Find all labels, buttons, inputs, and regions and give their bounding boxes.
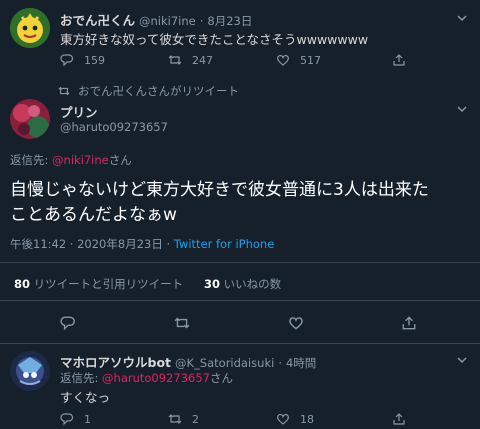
retweet-count: 247 [192,53,213,67]
tweet-text: 東方好きな奴って彼女できたことなさそうwwwwwww [60,32,369,47]
reply-to-label: 返信先: [60,371,103,385]
like-icon [277,54,289,66]
separator: · [278,356,282,370]
reply-count: 1 [84,412,91,426]
reply-icon[interactable] [60,315,76,331]
divider [0,262,480,263]
chevron-down-icon[interactable] [455,102,469,116]
like-count: 18 [300,412,314,426]
avatar[interactable] [10,8,50,48]
avatar[interactable] [10,351,50,391]
like-count: 517 [300,53,321,67]
handle[interactable]: @K_Satoridaisuki [175,356,274,370]
share-icon[interactable] [401,315,417,331]
reply-icon [60,413,74,426]
share-button[interactable] [392,53,406,67]
chevron-down-icon[interactable] [455,353,469,367]
share-button[interactable] [392,412,406,426]
tweet-timestamp[interactable]: 午後11:42 · 2020年8月23日 · [10,237,174,251]
like-stats[interactable]: 30 いいねの数 [204,276,281,292]
share-icon [393,54,405,66]
reply-to-suffix: さん [108,153,132,167]
chevron-down-icon[interactable] [455,11,469,25]
like-button[interactable]: 18 [276,412,314,426]
display-name[interactable]: マホロアソウルbot [60,352,171,371]
like-icon [277,413,289,425]
separator: · [199,14,204,28]
reply-to-suffix: さん [209,371,233,385]
divider [0,300,480,301]
display-name[interactable]: おでん卍くん [60,10,135,29]
like-stat-label: いいねの数 [223,277,282,291]
main-tweet-text: 自慢じゃないけど東方大好きで彼女普通に3人は出来た ことあるんだよなぁw [10,178,429,228]
reply-button[interactable]: 159 [60,53,105,67]
reply-to-label: 返信先: [10,153,53,167]
retweet-stat-label: リツイートと引用リツイート [33,277,184,291]
retweet-icon[interactable] [174,315,190,331]
retweet-icon [58,86,70,96]
retweet-stats[interactable]: 80 リツイートと引用リツイート [14,276,183,292]
reply-to-mention[interactable]: @niki7ine [52,153,109,167]
handle[interactable]: @haruto09273657 [60,120,168,134]
retweet-button[interactable]: 2 [168,412,199,426]
reply-button[interactable]: 1 [60,412,91,426]
tweet-source[interactable]: Twitter for iPhone [174,237,275,251]
handle[interactable]: @niki7ine [139,14,196,28]
reply-count: 159 [84,53,105,67]
avatar[interactable] [10,99,50,139]
retweet-count: 2 [192,412,199,426]
tweet-date[interactable]: 8月23日 [207,13,252,29]
display-name[interactable]: プリン [60,102,98,121]
divider [0,343,480,344]
retweet-context[interactable]: おでん卍くんさんがリツイート [78,83,239,99]
share-icon [393,413,405,425]
main-tweet-text-line1: 自慢じゃないけど東方大好きで彼女普通に3人は出来た [10,180,429,200]
like-button[interactable]: 517 [276,53,321,67]
retweet-button[interactable]: 247 [168,53,213,67]
tweet-text: すくなっ [60,390,111,405]
retweet-icon [168,414,182,424]
main-tweet-text-line2: ことあるんだよなぁw [10,205,177,225]
like-icon[interactable] [288,315,304,331]
reply-icon [60,54,74,67]
reply-to-mention[interactable]: @haruto09273657 [102,371,210,385]
tweet-time[interactable]: 4時間 [286,355,316,371]
retweet-icon [168,55,182,65]
like-stat-count: 30 [204,277,221,291]
retweet-stat-count: 80 [14,277,31,291]
